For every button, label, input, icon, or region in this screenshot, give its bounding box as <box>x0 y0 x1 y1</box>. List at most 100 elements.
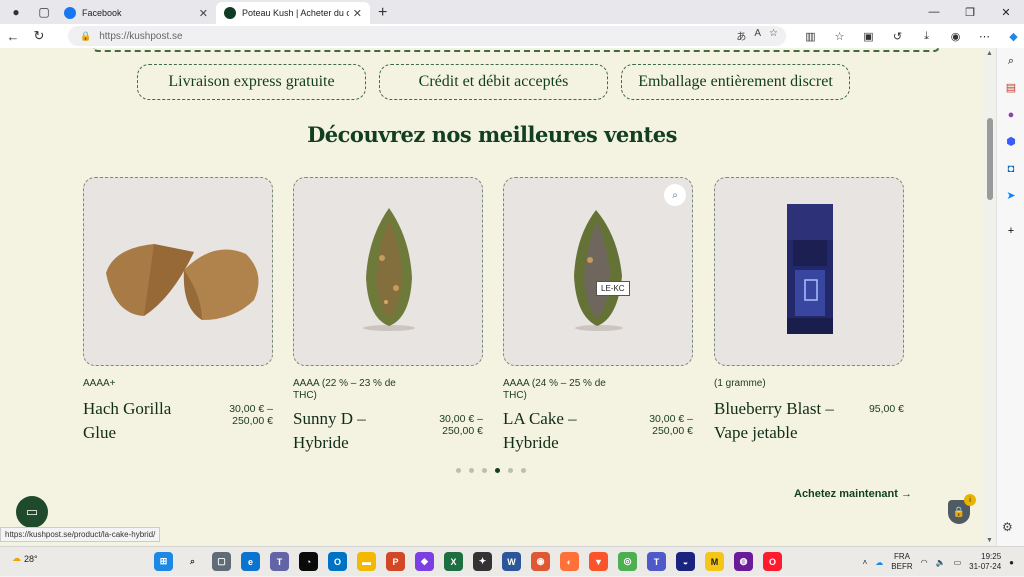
zoom-image-icon[interactable]: ⌕ <box>664 184 686 206</box>
lock-icon[interactable]: 🔒 <box>80 31 91 42</box>
carousel-dot[interactable] <box>482 468 487 473</box>
favorites-icon[interactable]: ☆ <box>825 30 854 43</box>
search-icon[interactable]: ⌕ <box>183 552 202 571</box>
excel-icon[interactable]: X <box>444 552 463 571</box>
scroll-thumb[interactable] <box>987 118 993 200</box>
product-name[interactable]: Sunny D – Hybride <box>293 407 403 455</box>
app-icon[interactable]: M <box>705 552 724 571</box>
powerpoint-icon[interactable]: P <box>386 552 405 571</box>
tab-actions-icon[interactable]: ▢ <box>34 2 54 22</box>
section-heading: Découvrez nos meilleures ventes <box>307 122 677 147</box>
product-image-blueberry-vape[interactable] <box>714 177 904 366</box>
kushpost-favicon-icon <box>224 7 236 19</box>
feature-cards-accepted: Crédit et débit acceptés <box>379 64 608 100</box>
tools-icon[interactable]: ▤ <box>997 75 1024 102</box>
tab-kushpost[interactable]: Poteau Kush | Acheter du cannab ✕ <box>216 2 370 24</box>
app-icon[interactable]: ◆ <box>415 552 434 571</box>
edge-sidebar: ⌕ ▤ ● ⬢ ◘ ➤ + <box>996 48 1024 546</box>
tab-facebook[interactable]: Facebook ✕ <box>56 2 216 24</box>
wifi-icon[interactable]: ◠ <box>921 558 928 567</box>
folder-icon[interactable]: ▬ <box>357 552 376 571</box>
translate-icon[interactable]: あ <box>736 28 746 43</box>
carousel-dot[interactable] <box>495 468 500 473</box>
header-border <box>92 48 940 52</box>
app-icon[interactable]: ◔ <box>299 552 318 571</box>
minimize-icon[interactable]: — <box>916 0 952 24</box>
close-window-icon[interactable]: ✕ <box>988 0 1024 24</box>
extension-icon[interactable]: ◉ <box>941 30 970 43</box>
word-icon[interactable]: W <box>502 552 521 571</box>
carousel-dot[interactable] <box>469 468 474 473</box>
language-indicator[interactable]: FRA BEFR <box>891 552 912 572</box>
clock[interactable]: 19:25 31-07-24 <box>969 552 1001 572</box>
navigation-bar: ← ↻ 🔒 https://kushpost.se あ A ☆ ▥ ☆ ▣ ↺ … <box>0 24 1024 48</box>
windows-taskbar: ☁ 28° ⊞ ⌕ ▢ e T ◔ O ▬ P ◆ X ✦ W ◉ ◐ ▼ ◎ … <box>0 546 1024 576</box>
chevron-up-icon[interactable]: ˄ <box>863 558 868 567</box>
firefox-icon[interactable]: ◐ <box>560 552 579 571</box>
read-aloud-icon[interactable]: A <box>754 28 761 43</box>
split-screen-icon[interactable]: ▥ <box>796 30 825 43</box>
scroll-up-icon[interactable]: ▲ <box>986 50 993 57</box>
address-bar[interactable]: 🔒 https://kushpost.se あ A ☆ <box>68 26 786 46</box>
teams-icon[interactable]: T <box>647 552 666 571</box>
favorite-star-icon[interactable]: ☆ <box>769 28 778 43</box>
refresh-icon[interactable]: ↻ <box>26 24 52 48</box>
product-attribute: AAAA+ <box>83 378 116 389</box>
back-icon[interactable]: ← <box>0 24 26 48</box>
collections-icon[interactable]: ▣ <box>854 30 883 43</box>
add-sidebar-icon[interactable]: + <box>997 218 1024 245</box>
edge-icon[interactable]: e <box>241 552 260 571</box>
product-name[interactable]: Blueberry Blast – Vape jetable <box>714 397 834 445</box>
arrow-right-icon: → <box>900 488 912 500</box>
people-icon[interactable]: ● <box>997 102 1024 129</box>
browser-tab-bar: ● ▢ Facebook ✕ Poteau Kush | Acheter du … <box>0 0 1024 24</box>
weather-widget[interactable]: ☁ 28° <box>12 553 38 564</box>
cloud-icon[interactable]: ☁ <box>875 558 883 567</box>
restore-icon[interactable]: ❐ <box>952 0 988 24</box>
product-image-sunny-d[interactable] <box>293 177 483 366</box>
scroll-down-icon[interactable]: ▼ <box>986 537 993 544</box>
profile-icon[interactable]: ● <box>6 2 26 22</box>
outlook-icon[interactable]: ◘ <box>997 156 1024 183</box>
security-shield-icon[interactable]: 🔒 i <box>948 494 976 524</box>
app-icon[interactable]: ◒ <box>676 552 695 571</box>
gear-icon[interactable]: ⚙ <box>1002 520 1013 534</box>
feature-discreet-packaging: Emballage entièrement discret <box>621 64 850 100</box>
product-name[interactable]: Hach Gorilla Glue <box>83 397 193 445</box>
product-price: 30,00 € – 250,00 € <box>439 413 483 437</box>
more-menu-icon[interactable]: ⋯ <box>970 30 999 43</box>
tor-icon[interactable]: ◍ <box>734 552 753 571</box>
chat-button[interactable]: ▭ <box>16 496 48 528</box>
history-icon[interactable]: ↺ <box>883 30 912 43</box>
notification-icon[interactable]: ● <box>1009 558 1014 567</box>
task-view-icon[interactable]: ▢ <box>212 552 231 571</box>
battery-icon[interactable]: ▭ <box>954 558 962 567</box>
carousel-dot[interactable] <box>456 468 461 473</box>
copilot-icon[interactable]: ◆ <box>999 30 1024 43</box>
duckduckgo-icon[interactable]: ◉ <box>531 552 550 571</box>
product-image-hash[interactable] <box>83 177 273 366</box>
volume-icon[interactable]: 🔈 <box>936 558 946 567</box>
carousel-dot[interactable] <box>521 468 526 473</box>
start-icon[interactable]: ⊞ <box>154 552 173 571</box>
downloads-icon[interactable]: ⤓ <box>912 30 941 43</box>
product-name[interactable]: LA Cake – Hybride <box>503 407 613 455</box>
opera-icon[interactable]: O <box>763 552 782 571</box>
office-icon[interactable]: ⬢ <box>997 129 1024 156</box>
new-tab-button[interactable]: + <box>378 4 387 22</box>
product-price: 95,00 € <box>868 403 904 415</box>
page-scrollbar[interactable]: ▲ ▼ <box>984 48 996 546</box>
app-icon[interactable]: ✦ <box>473 552 492 571</box>
url-text: https://kushpost.se <box>99 30 183 42</box>
search-icon[interactable]: ⌕ <box>997 48 1024 75</box>
teams-icon[interactable]: T <box>270 552 289 571</box>
chrome-icon[interactable]: ◎ <box>618 552 637 571</box>
buy-now-link[interactable]: Achetez maintenant → <box>794 488 912 500</box>
close-tab-icon[interactable]: ✕ <box>199 7 208 20</box>
product-image-la-cake[interactable] <box>503 177 693 366</box>
send-icon[interactable]: ➤ <box>997 183 1024 210</box>
close-tab-icon[interactable]: ✕ <box>353 7 362 20</box>
brave-icon[interactable]: ▼ <box>589 552 608 571</box>
outlook-icon[interactable]: O <box>328 552 347 571</box>
carousel-dot[interactable] <box>508 468 513 473</box>
